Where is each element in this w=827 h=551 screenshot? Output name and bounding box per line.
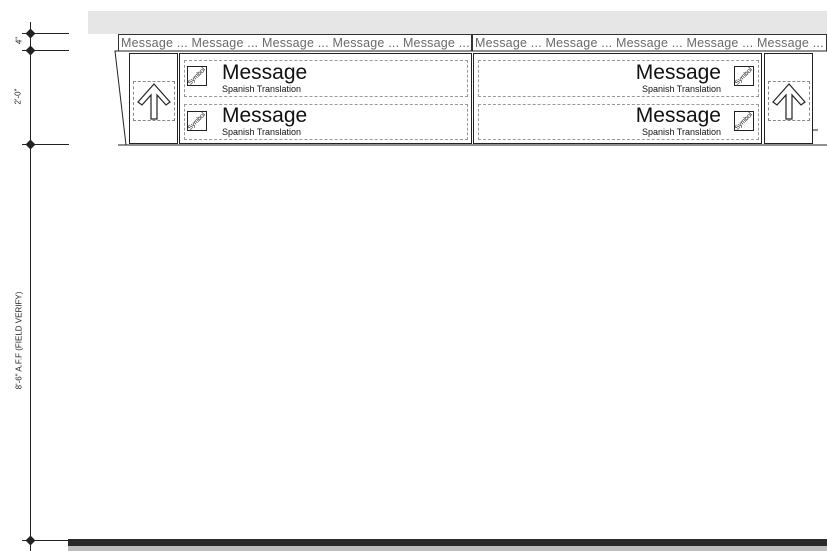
message-strip-text: Message ... Message ... Message ... Mess… xyxy=(121,36,470,50)
dimension-tick xyxy=(25,535,36,546)
message-strip-right: Message ... Message ... Message ... Mess… xyxy=(472,34,827,51)
dimension-label-top-gap: 4" xyxy=(14,36,24,45)
dimension-label-mount-height: 8'-6" A.F.F (FIELD VERIFY) xyxy=(14,291,24,390)
arrow-up-icon xyxy=(772,83,806,120)
message-strip-text: Message ... Message ... Message ... Mess… xyxy=(475,36,824,50)
translation-text: Spanish Translation xyxy=(222,84,302,94)
translation-text: Spanish Translation xyxy=(641,84,721,94)
symbol-placeholder-icon: Symbol xyxy=(186,65,208,87)
message-strip-left: Message ... Message ... Message ... Mess… xyxy=(118,34,472,51)
message-text: Message xyxy=(635,61,721,84)
translation-text: Spanish Translation xyxy=(641,127,721,137)
floor-line xyxy=(68,539,827,546)
dimension-vertical-line xyxy=(30,22,31,551)
message-text: Message xyxy=(635,104,721,127)
dimension-tick xyxy=(25,28,36,39)
message-panel-left: Symbol Message Spanish Translation Symbo… xyxy=(179,53,472,144)
dimension-label-sign-height: 2'-0" xyxy=(13,88,23,105)
arrow-panel-left xyxy=(129,53,178,144)
dimension-tick xyxy=(25,45,36,56)
symbol-placeholder-icon: Symbol xyxy=(733,110,755,132)
symbol-placeholder-icon: Symbol xyxy=(186,110,208,132)
floor-shadow xyxy=(68,546,827,551)
dimension-tick xyxy=(25,139,36,150)
message-panel-right: Message Spanish Translation Symbol Messa… xyxy=(473,53,762,144)
arrow-panel-right xyxy=(764,53,813,144)
symbol-placeholder-icon: Symbol xyxy=(733,65,755,87)
ceiling-plane xyxy=(88,11,827,34)
arrow-up-icon xyxy=(137,83,171,120)
message-text: Message xyxy=(222,104,308,127)
translation-text: Spanish Translation xyxy=(222,127,302,137)
message-text: Message xyxy=(222,61,308,84)
